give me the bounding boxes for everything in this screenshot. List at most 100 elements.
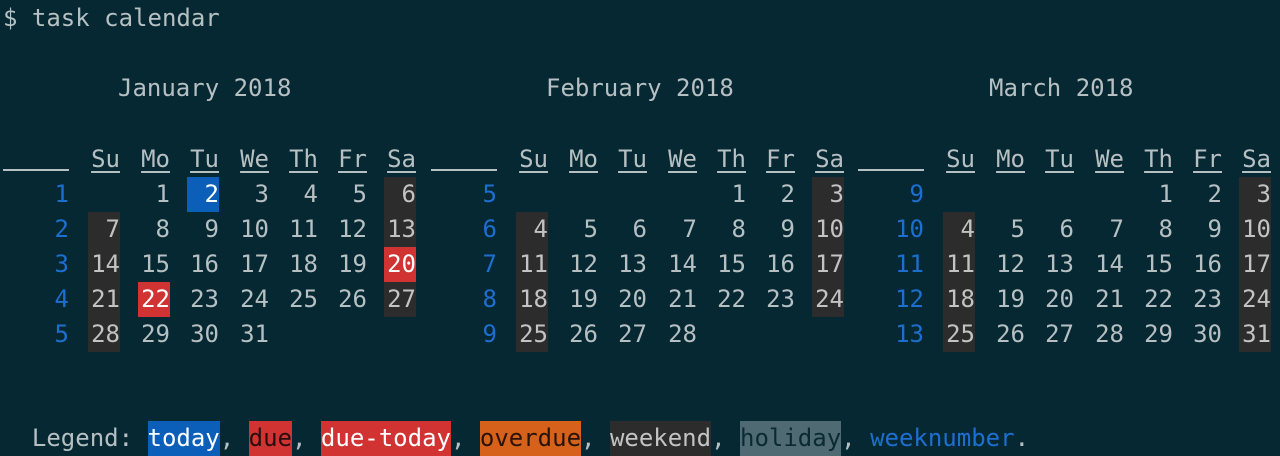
day-cell[interactable]: 17 (1239, 247, 1271, 282)
day-cell[interactable]: 15 (1141, 247, 1173, 282)
day-cell[interactable]: 31 (237, 317, 269, 352)
day-cell[interactable]: 23 (1190, 282, 1222, 317)
day-cell[interactable]: 30 (1190, 317, 1222, 352)
day-cell[interactable]: 8 (714, 212, 746, 247)
day-cell[interactable]: 26 (566, 317, 598, 352)
day-cell[interactable]: 30 (187, 317, 219, 352)
day-cell[interactable]: 11 (943, 247, 975, 282)
day-cell[interactable]: 5 (566, 212, 598, 247)
day-cell[interactable] (763, 317, 795, 352)
day-cell[interactable]: 13 (615, 247, 647, 282)
day-cell[interactable]: 12 (566, 247, 598, 282)
day-cell[interactable] (88, 177, 120, 212)
day-cell[interactable]: 18 (286, 247, 318, 282)
day-cell[interactable]: 10 (812, 212, 844, 247)
day-cell[interactable]: 3 (812, 177, 844, 212)
day-cell[interactable]: 20 (1042, 282, 1074, 317)
day-cell[interactable]: 6 (384, 177, 416, 212)
day-cell[interactable]: 23 (187, 282, 219, 317)
day-cell[interactable]: 24 (1239, 282, 1271, 317)
day-cell[interactable]: 26 (335, 282, 367, 317)
day-cell[interactable]: 16 (187, 247, 219, 282)
day-cell[interactable]: 16 (1190, 247, 1222, 282)
day-cell[interactable]: 8 (1141, 212, 1173, 247)
day-cell[interactable]: 7 (1092, 212, 1124, 247)
day-cell[interactable]: 19 (993, 282, 1025, 317)
day-cell[interactable]: 29 (138, 317, 170, 352)
day-cell[interactable]: 13 (384, 212, 416, 247)
day-cell[interactable]: 2 (763, 177, 795, 212)
day-cell[interactable]: 4 (286, 177, 318, 212)
day-cell[interactable] (1042, 177, 1074, 212)
day-cell[interactable]: 19 (566, 282, 598, 317)
day-cell[interactable]: 10 (237, 212, 269, 247)
day-cell[interactable] (286, 317, 318, 352)
day-cell[interactable]: 15 (138, 247, 170, 282)
day-cell[interactable]: 6 (615, 212, 647, 247)
day-cell[interactable]: 21 (665, 282, 697, 317)
day-cell[interactable]: 9 (763, 212, 795, 247)
day-cell[interactable]: 28 (1092, 317, 1124, 352)
day-cell[interactable]: 25 (943, 317, 975, 352)
day-cell[interactable]: 17 (237, 247, 269, 282)
day-cell[interactable]: 28 (665, 317, 697, 352)
day-cell[interactable]: 26 (993, 317, 1025, 352)
day-cell[interactable]: 22 (714, 282, 746, 317)
day-cell[interactable]: 27 (384, 282, 416, 317)
day-cell-due[interactable]: 20 (384, 247, 416, 282)
day-cell[interactable]: 4 (943, 212, 975, 247)
day-cell[interactable]: 8 (138, 212, 170, 247)
day-cell[interactable]: 11 (286, 212, 318, 247)
day-cell[interactable]: 25 (516, 317, 548, 352)
day-cell[interactable] (665, 177, 697, 212)
day-cell[interactable] (516, 177, 548, 212)
day-cell[interactable]: 10 (1239, 212, 1271, 247)
day-cell[interactable]: 5 (335, 177, 367, 212)
day-cell[interactable]: 11 (516, 247, 548, 282)
day-cell[interactable] (335, 317, 367, 352)
day-cell[interactable]: 23 (763, 282, 795, 317)
day-cell-due[interactable]: 22 (138, 282, 170, 317)
day-cell[interactable]: 21 (88, 282, 120, 317)
day-cell[interactable]: 12 (993, 247, 1025, 282)
day-cell[interactable]: 14 (1092, 247, 1124, 282)
day-cell[interactable]: 13 (1042, 247, 1074, 282)
day-cell[interactable]: 3 (1239, 177, 1271, 212)
day-cell[interactable]: 1 (1141, 177, 1173, 212)
day-cell[interactable]: 28 (88, 317, 120, 352)
day-cell[interactable]: 18 (943, 282, 975, 317)
day-cell[interactable]: 1 (138, 177, 170, 212)
day-cell[interactable]: 31 (1239, 317, 1271, 352)
day-cell[interactable]: 25 (286, 282, 318, 317)
day-cell[interactable]: 9 (187, 212, 219, 247)
day-cell[interactable]: 27 (1042, 317, 1074, 352)
day-cell[interactable] (943, 177, 975, 212)
day-cell[interactable]: 17 (812, 247, 844, 282)
day-cell[interactable]: 14 (88, 247, 120, 282)
day-cell-today[interactable]: 2 (187, 177, 219, 212)
day-cell[interactable]: 24 (812, 282, 844, 317)
day-cell[interactable]: 4 (516, 212, 548, 247)
day-cell[interactable]: 29 (1141, 317, 1173, 352)
day-cell[interactable]: 7 (88, 212, 120, 247)
day-cell[interactable]: 27 (615, 317, 647, 352)
day-cell[interactable]: 12 (335, 212, 367, 247)
day-cell[interactable]: 3 (237, 177, 269, 212)
day-cell[interactable]: 7 (665, 212, 697, 247)
day-cell[interactable] (812, 317, 844, 352)
day-cell[interactable]: 15 (714, 247, 746, 282)
day-cell[interactable]: 9 (1190, 212, 1222, 247)
day-cell[interactable]: 18 (516, 282, 548, 317)
day-cell[interactable]: 5 (993, 212, 1025, 247)
day-cell[interactable]: 1 (714, 177, 746, 212)
day-cell[interactable]: 16 (763, 247, 795, 282)
day-cell[interactable] (993, 177, 1025, 212)
day-cell[interactable] (615, 177, 647, 212)
day-cell[interactable] (566, 177, 598, 212)
day-cell[interactable] (384, 317, 416, 352)
day-cell[interactable]: 21 (1092, 282, 1124, 317)
day-cell[interactable]: 19 (335, 247, 367, 282)
day-cell[interactable]: 20 (615, 282, 647, 317)
day-cell[interactable]: 14 (665, 247, 697, 282)
day-cell[interactable] (714, 317, 746, 352)
